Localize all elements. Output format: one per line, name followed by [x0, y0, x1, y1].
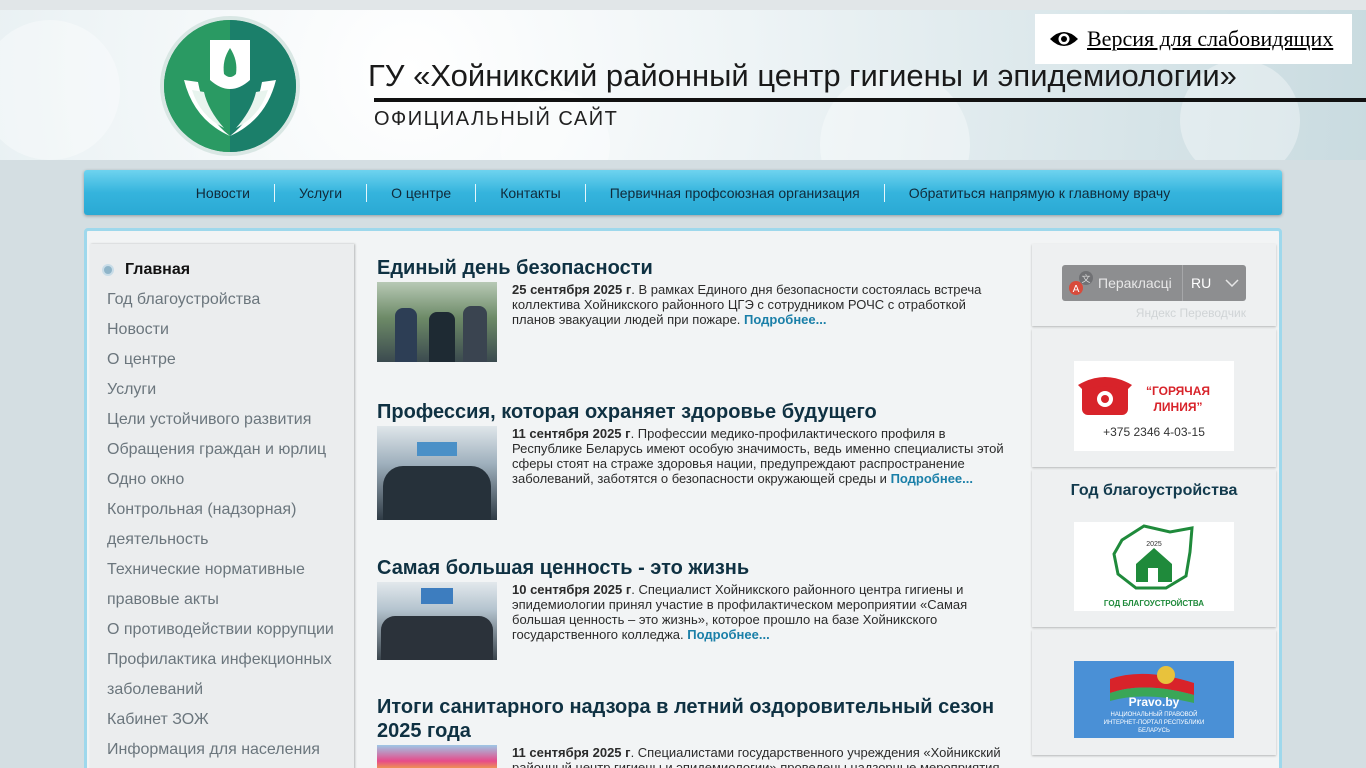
year-badge-text: ГОД БЛАГОУСТРОЙСТВА: [1104, 599, 1204, 608]
site-logo[interactable]: [160, 16, 300, 156]
sidebar-item-supervision[interactable]: Контрольная (надзорная): [90, 495, 354, 525]
nav-item-contacts[interactable]: Контакты: [475, 183, 584, 202]
news-excerpt: 11 сентября 2025 г. Специалистами госуда…: [512, 745, 1007, 768]
svg-text:文: 文: [1081, 273, 1090, 285]
title-divider: [374, 98, 1366, 102]
sidebar-item-appeals[interactable]: Обращения граждан и юрлиц: [90, 435, 354, 465]
sidebar-item-improvement-year[interactable]: Год благоустройства: [90, 285, 354, 315]
translate-icon: A 文: [1069, 271, 1093, 295]
read-more-link[interactable]: Подробнее...: [744, 312, 826, 327]
news-title[interactable]: Итоги санитарного надзора в летний оздор…: [377, 695, 1007, 743]
sidebar-item-supervision-cont[interactable]: деятельность: [90, 525, 354, 555]
low-vision-label: Версия для слабовидящих: [1087, 26, 1334, 51]
nav-item-chief-doctor[interactable]: Обратиться напрямую к главному врачу: [883, 183, 1194, 202]
translate-widget-block: A 文 Перакласці RU Яндекс Переводчик: [1032, 244, 1276, 326]
sidebar-item-news[interactable]: Новости: [90, 315, 354, 345]
sidebar-item-infection-prevention[interactable]: Профилактика инфекционных: [90, 645, 354, 675]
improvement-year-block: Год благоустройства 2025 ГОД БЛАГОУСТРОЙ…: [1032, 470, 1276, 627]
sidebar-menu: Главная Год благоустройства Новости О це…: [90, 244, 354, 768]
news-date: 11 сентября 2025 г: [512, 426, 631, 441]
sidebar-item-healthy-lifestyle[interactable]: Кабинет ЗОЖ: [90, 705, 354, 735]
sidebar-item-technical-acts-cont[interactable]: правовые акты: [90, 585, 354, 615]
news-excerpt: 11 сентября 2025 г. Профессии медико-про…: [512, 426, 1007, 520]
news-date: 25 сентября 2025 г: [512, 282, 632, 297]
right-column: A 文 Перакласці RU Яндекс Переводчик “ГОР…: [1032, 244, 1276, 758]
sidebar-item-population-info[interactable]: Информация для населения: [90, 735, 354, 765]
svg-text:ЛИНИЯ”: ЛИНИЯ”: [1154, 400, 1203, 414]
sidebar-item-technical-acts[interactable]: Технические нормативные: [90, 555, 354, 585]
news-thumbnail[interactable]: [377, 745, 497, 768]
bullet-icon: [102, 264, 114, 276]
hotline-banner[interactable]: “ГОРЯЧАЯ ЛИНИЯ” +375 2346 4-03-15: [1074, 361, 1234, 451]
pravo-subtitle: НАЦИОНАЛЬНЫЙ ПРАВОВОЙ ИНТЕРНЕТ-ПОРТАЛ РЕ…: [1103, 712, 1205, 734]
improvement-year-banner[interactable]: 2025 ГОД БЛАГОУСТРОЙСТВА: [1074, 522, 1234, 611]
belarus-map-house-icon: 2025 ГОД БЛАГОУСТРОЙСТВА: [1104, 524, 1204, 608]
read-more-link[interactable]: Подробнее...: [891, 471, 973, 486]
eye-icon: [1050, 32, 1078, 46]
site-header: ГУ «Хойникский районный центр гигиены и …: [0, 10, 1366, 160]
news-date: 10 сентября 2025 г: [512, 582, 632, 597]
sidebar-item-services[interactable]: Услуги: [90, 375, 354, 405]
translate-widget[interactable]: A 文 Перакласці RU: [1062, 265, 1246, 301]
news-thumbnail[interactable]: [377, 282, 497, 362]
news-thumbnail[interactable]: [377, 582, 497, 660]
bokeh-decoration: [0, 20, 120, 160]
sidebar-item-sdg[interactable]: Цели устойчивого развития: [90, 405, 354, 435]
hotline-block: “ГОРЯЧАЯ ЛИНИЯ” +375 2346 4-03-15: [1032, 329, 1276, 467]
pravo-name: Pravo.by: [1128, 695, 1180, 709]
svg-text:“ГОРЯЧАЯ: “ГОРЯЧАЯ: [1146, 384, 1210, 398]
svg-text:A: A: [1073, 284, 1080, 295]
site-subtitle: ОФИЦИАЛЬНЫЙ САЙТ: [374, 108, 619, 130]
news-excerpt: 25 сентября 2025 г. В рамках Единого дня…: [512, 282, 1007, 362]
news-thumbnail[interactable]: [377, 426, 497, 520]
low-vision-version-link[interactable]: Версия для слабовидящих: [1035, 14, 1352, 64]
sidebar-item-about[interactable]: О центре: [90, 345, 354, 375]
nav-item-about[interactable]: О центре: [366, 183, 475, 202]
hotline-phone: +375 2346 4-03-15: [1103, 425, 1205, 439]
language-select[interactable]: RU: [1182, 265, 1246, 301]
sidebar-item-home[interactable]: Главная: [90, 255, 354, 285]
news-item: Единый день безопасности 25 сентября 202…: [377, 256, 1007, 400]
news-item: Самая большая ценность - это жизнь 10 се…: [377, 556, 1007, 695]
news-title[interactable]: Профессия, которая охраняет здоровье буд…: [377, 400, 1007, 424]
news-title[interactable]: Самая большая ценность - это жизнь: [377, 556, 1007, 580]
improvement-year-title[interactable]: Год благоустройства: [1032, 482, 1276, 500]
language-value: RU: [1191, 275, 1212, 291]
nav-item-news[interactable]: Новости: [172, 184, 274, 202]
pravo-banner[interactable]: Pravo.by НАЦИОНАЛЬНЫЙ ПРАВОВОЙ ИНТЕРНЕТ-…: [1074, 661, 1234, 738]
news-item: Итоги санитарного надзора в летний оздор…: [377, 695, 1007, 768]
sidebar-home-label: Главная: [125, 261, 191, 278]
year-badge-year: 2025: [1146, 541, 1162, 548]
chevron-down-icon: [1225, 279, 1239, 287]
nav-item-services[interactable]: Услуги: [274, 183, 366, 202]
main-nav: Новости Услуги О центре Контакты Первичн…: [84, 170, 1282, 215]
top-strip: [0, 0, 1366, 10]
news-date: 11 сентября 2025 г: [512, 745, 631, 760]
logo-hands-tulip-icon: [164, 20, 296, 152]
news-excerpt: 10 сентября 2025 г. Специалист Хойникско…: [512, 582, 1007, 660]
translate-label: Перакласці: [1098, 275, 1172, 291]
read-more-link[interactable]: Подробнее...: [687, 627, 769, 642]
sidebar-item-one-window[interactable]: Одно окно: [90, 465, 354, 495]
pravo-block: Pravo.by НАЦИОНАЛЬНЫЙ ПРАВОВОЙ ИНТЕРНЕТ-…: [1032, 630, 1276, 755]
news-list: Единый день безопасности 25 сентября 202…: [377, 256, 1007, 768]
translate-credit[interactable]: Яндекс Переводчик: [1136, 306, 1246, 320]
news-title[interactable]: Единый день безопасности: [377, 256, 1007, 280]
news-item: Профессия, которая охраняет здоровье буд…: [377, 400, 1007, 556]
nav-item-union[interactable]: Первичная профсоюзная организация: [584, 183, 884, 202]
sidebar-item-infection-prevention-cont[interactable]: заболеваний: [90, 675, 354, 705]
sidebar-item-anticorruption[interactable]: О противодействии коррупции: [90, 615, 354, 645]
